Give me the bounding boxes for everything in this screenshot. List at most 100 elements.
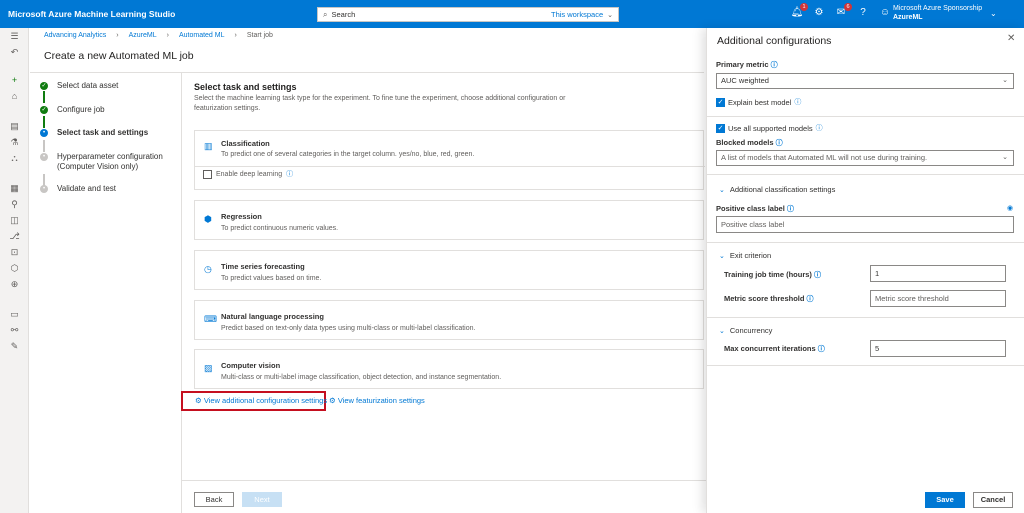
help-icon[interactable]: ? bbox=[856, 6, 870, 20]
task-card-computer-vision[interactable]: ▨ Computer vision Multi-class or multi-l… bbox=[194, 349, 704, 389]
breadcrumb-item[interactable]: AzureML bbox=[129, 32, 157, 39]
view-featurization-link[interactable]: ⚙ View featurization settings bbox=[329, 396, 425, 405]
back-button[interactable]: Back bbox=[194, 492, 234, 507]
training-time-input[interactable]: 1 bbox=[870, 265, 1006, 282]
divider bbox=[707, 242, 1024, 243]
divider bbox=[707, 116, 1024, 117]
feedback-icon[interactable]: ✉ 6 bbox=[834, 3, 852, 20]
card-title: Regression bbox=[221, 212, 262, 221]
task-card-regression[interactable]: ⬢ Regression To predict continuous numer… bbox=[194, 200, 704, 240]
chevron-down-icon[interactable]: ⌄ bbox=[607, 11, 613, 19]
designer-icon[interactable]: ⛬ bbox=[8, 152, 21, 164]
step-label: Configure job bbox=[57, 105, 105, 114]
environments-icon[interactable]: ⊡ bbox=[8, 246, 21, 258]
chevron-down-icon: ⌄ bbox=[719, 252, 725, 260]
positive-class-label: Positive class label ⓘ bbox=[716, 204, 794, 213]
primary-metric-dropdown[interactable]: AUC weighted ⌄ bbox=[716, 73, 1014, 89]
models-icon[interactable]: ⬡ bbox=[8, 262, 21, 274]
positive-class-input[interactable]: Positive class label bbox=[716, 216, 1014, 233]
max-concurrent-input[interactable]: 5 bbox=[870, 340, 1006, 357]
metric-threshold-input[interactable]: Metric score threshold bbox=[870, 290, 1006, 307]
blocked-models-dropdown[interactable]: A list of models that Automated ML will … bbox=[716, 150, 1014, 166]
close-icon[interactable]: ✕ bbox=[1007, 33, 1015, 44]
view-additional-config-link[interactable]: ⚙ View additional configuration settings bbox=[195, 396, 327, 405]
card-title: Classification bbox=[221, 139, 270, 148]
task-card-nlp[interactable]: ⌨ Natural language processing Predict ba… bbox=[194, 300, 704, 340]
step-hyperparameter[interactable]: • Hyperparameter configuration (Computer … bbox=[40, 152, 180, 172]
search-box[interactable]: ⌕ Search This workspace ⌄ bbox=[317, 7, 619, 22]
info-icon[interactable]: ⓘ bbox=[794, 97, 801, 107]
info-icon[interactable]: ⓘ bbox=[771, 62, 778, 69]
divider bbox=[707, 317, 1024, 318]
search-scope[interactable]: This workspace bbox=[551, 10, 603, 19]
explain-best-model-checkbox[interactable]: ✓ Explain best model ⓘ bbox=[716, 97, 801, 107]
breadcrumb-item[interactable]: Advancing Analytics bbox=[44, 32, 106, 39]
smiley-icon[interactable]: ☺ bbox=[878, 6, 892, 20]
card-desc: To predict one of several categories in … bbox=[221, 151, 475, 158]
home-icon[interactable]: ⌂ bbox=[8, 90, 21, 102]
account-workspace: AzureML bbox=[893, 14, 923, 21]
endpoints-icon[interactable]: ⊕ bbox=[8, 278, 21, 290]
info-icon[interactable]: ⓘ bbox=[286, 169, 293, 179]
use-all-models-checkbox[interactable]: ✓ Use all supported models ⓘ bbox=[716, 123, 823, 133]
page-title: Create a new Automated ML job bbox=[44, 50, 194, 62]
regression-icon: ⬢ bbox=[204, 214, 212, 224]
breadcrumb-item[interactable]: Automated ML bbox=[179, 32, 225, 39]
checkbox[interactable] bbox=[203, 169, 212, 179]
clock-icon: ◷ bbox=[204, 264, 212, 274]
nlp-icon: ⌨ bbox=[204, 314, 217, 324]
pending-step-icon: • bbox=[40, 153, 48, 161]
automl-icon[interactable]: ⚗ bbox=[8, 136, 21, 148]
save-button[interactable]: Save bbox=[925, 492, 965, 508]
divider bbox=[181, 73, 182, 513]
plus-icon[interactable]: + bbox=[8, 74, 21, 86]
components-icon[interactable]: ◫ bbox=[8, 214, 21, 226]
primary-metric-label: Primary metric ⓘ bbox=[716, 60, 778, 69]
jobs-icon[interactable]: ⚲ bbox=[8, 198, 21, 210]
checkbox[interactable]: ✓ bbox=[716, 123, 725, 133]
bell-icon[interactable]: 🔔︎ 1 bbox=[790, 3, 808, 20]
cancel-button[interactable]: Cancel bbox=[973, 492, 1013, 508]
chevron-right-icon: › bbox=[234, 31, 237, 39]
app-title[interactable]: Microsoft Azure Machine Learning Studio bbox=[8, 9, 308, 19]
pipelines-icon[interactable]: ⎇ bbox=[8, 230, 21, 242]
account-menu[interactable]: Microsoft Azure Sponsorship AzureML bbox=[893, 4, 982, 22]
notebook-icon[interactable]: ▤ bbox=[8, 120, 21, 132]
step-label: Select data asset bbox=[57, 81, 119, 90]
info-icon[interactable]: ⓘ bbox=[776, 140, 783, 147]
step-validate-test[interactable]: • Validate and test bbox=[40, 184, 180, 194]
step-select-data-asset[interactable]: ✓ Select data asset bbox=[40, 81, 180, 91]
info-icon[interactable]: ⓘ bbox=[818, 346, 825, 353]
task-card-classification[interactable]: ▥ Classification To predict one of sever… bbox=[194, 130, 705, 190]
chevron-down-icon: ⌄ bbox=[719, 186, 725, 194]
data-icon[interactable]: ▦ bbox=[8, 182, 21, 194]
check-icon: ✓ bbox=[40, 106, 48, 114]
metric-threshold-label: Metric score threshold ⓘ bbox=[724, 294, 814, 303]
step-label: Validate and test bbox=[57, 184, 117, 193]
compute-icon[interactable]: ▭ bbox=[8, 308, 21, 320]
deep-learning-checkbox[interactable]: Enable deep learning ⓘ bbox=[203, 169, 293, 179]
info-icon[interactable]: ⓘ bbox=[807, 296, 814, 303]
classification-settings-section[interactable]: ⌄ Additional classification settings bbox=[719, 185, 835, 194]
linked-services-icon[interactable]: ⚯ bbox=[8, 324, 21, 336]
info-icon[interactable]: ⓘ bbox=[816, 123, 823, 133]
exit-criterion-section[interactable]: ⌄ Exit criterion bbox=[719, 251, 771, 260]
concurrency-section[interactable]: ⌄ Concurrency bbox=[719, 326, 772, 335]
chevron-down-icon[interactable]: ⌄ bbox=[990, 9, 997, 18]
gear-icon[interactable]: ⚙ bbox=[812, 6, 826, 20]
task-card-forecasting[interactable]: ◷ Time series forecasting To predict val… bbox=[194, 250, 704, 290]
info-icon[interactable]: ⓘ bbox=[787, 206, 794, 213]
labeling-icon[interactable]: ✎ bbox=[8, 340, 21, 352]
image-icon: ▨ bbox=[204, 363, 213, 373]
back-icon[interactable]: ↶ bbox=[8, 46, 21, 58]
hamburger-icon[interactable]: ☰ bbox=[8, 30, 21, 42]
step-select-task[interactable]: • Select task and settings bbox=[40, 128, 180, 138]
next-button[interactable]: Next bbox=[242, 492, 282, 507]
checkbox[interactable]: ✓ bbox=[716, 97, 725, 107]
chevron-right-icon: › bbox=[166, 31, 169, 39]
eye-icon[interactable]: ◉ bbox=[1007, 204, 1013, 212]
info-icon[interactable]: ⓘ bbox=[814, 272, 821, 279]
active-step-icon: • bbox=[40, 129, 48, 137]
search-input[interactable]: Search bbox=[331, 10, 355, 19]
step-configure-job[interactable]: ✓ Configure job bbox=[40, 105, 180, 115]
